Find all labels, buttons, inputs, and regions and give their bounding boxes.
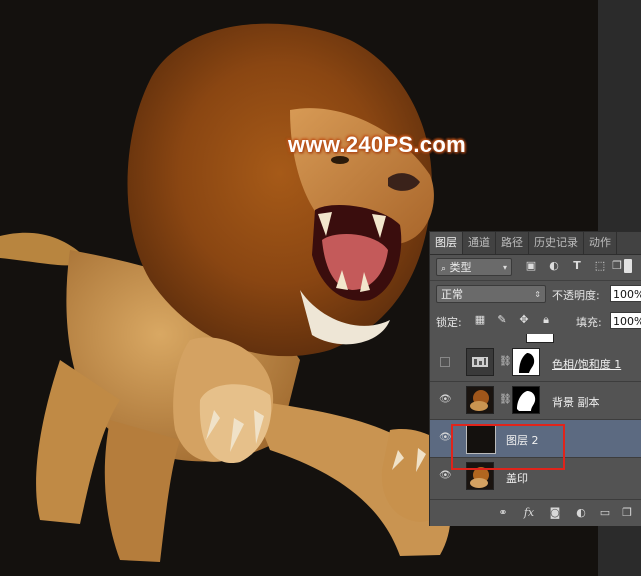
panel-bottom-bar: ⚭ fx ◙ ◐ ▭ ❐: [430, 499, 641, 526]
type-filter-icon[interactable]: T: [570, 259, 584, 273]
layers-list: ⛓︎ 色相/饱和度 1 👁︎ ⛓︎ 背景 副本 👁︎ 图层 2 👁︎ 盖印: [430, 334, 641, 499]
link-icon[interactable]: ⚭: [496, 506, 510, 520]
search-icon: ⌕: [441, 264, 447, 274]
smart-object-filter-icon[interactable]: ❐: [610, 259, 624, 273]
tab-actions[interactable]: 动作: [584, 232, 617, 254]
fx-icon[interactable]: fx: [522, 506, 536, 520]
filter-kind-label: 类型: [449, 261, 472, 274]
opacity-field[interactable]: 100%: [610, 285, 641, 302]
tab-channels[interactable]: 通道: [463, 232, 496, 254]
eye-icon[interactable]: 👁︎: [439, 395, 452, 405]
watermark-text: www.240PS.com: [288, 132, 466, 157]
lock-label: 锁定:: [436, 316, 462, 329]
filter-row: ⌕ 类型 ▾ ▣ ◐ T ⬚ ❐: [430, 254, 641, 280]
lock-brush-icon[interactable]: ✎: [496, 314, 508, 326]
fill-field[interactable]: 100%: [610, 312, 641, 329]
adjustment-icon[interactable]: ◐: [574, 506, 588, 520]
visibility-toggle[interactable]: [440, 357, 450, 367]
lock-all-icon[interactable]: 🔒︎: [540, 314, 552, 326]
lock-transparent-icon[interactable]: ▦: [474, 314, 486, 326]
lock-row: 锁定: ▦ ✎ ✥ 🔒︎ 填充: 100%: [430, 308, 641, 334]
opacity-label: 不透明度:: [552, 289, 600, 302]
lion-silhouette-icon: [519, 353, 535, 373]
fill-label: 填充:: [576, 316, 602, 329]
layers-panel: 图层 通道 路径 历史记录 动作 ⌕ 类型 ▾ ▣ ◐ T ⬚ ❐ 正常 ⇕ 不…: [429, 231, 641, 526]
chevron-updown-icon: ⇕: [534, 290, 541, 299]
panel-tabs: 图层 通道 路径 历史记录 动作: [430, 232, 641, 255]
layer-image-thumb: [466, 386, 494, 414]
filter-toggle[interactable]: [624, 259, 632, 273]
adjustment-histogram-icon: [472, 357, 488, 367]
lion-thumb-icon: [470, 390, 489, 411]
scrolled-layer-thumb: [526, 334, 554, 343]
layer-row[interactable]: 👁︎ ⛓︎ 背景 副本: [430, 382, 641, 420]
tab-history[interactable]: 历史记录: [529, 232, 584, 254]
tab-layers[interactable]: 图层: [430, 232, 463, 254]
chevron-down-icon: ▾: [502, 263, 507, 272]
shape-filter-icon[interactable]: ⬚: [593, 259, 607, 273]
pixel-filter-icon[interactable]: ▣: [524, 259, 538, 273]
adjustment-layer-thumb: [466, 348, 494, 376]
layer-mask-thumb[interactable]: [512, 386, 540, 414]
link-chain-icon: ⛓︎: [499, 356, 512, 367]
new-layer-icon[interactable]: ❐: [620, 506, 634, 520]
adjustment-filter-icon[interactable]: ◐: [547, 259, 561, 273]
layer-name: 背景 副本: [552, 396, 600, 409]
link-chain-icon: ⛓︎: [499, 394, 512, 405]
layer-name: 色相/饱和度 1: [552, 358, 622, 371]
blend-row: 正常 ⇕ 不透明度: 100%: [430, 281, 641, 307]
layer-mask-thumb[interactable]: [512, 348, 540, 376]
blend-mode-select[interactable]: 正常 ⇕: [436, 285, 546, 303]
group-icon[interactable]: ▭: [598, 506, 612, 520]
layer-row[interactable]: ⛓︎ 色相/饱和度 1: [430, 344, 641, 382]
layer-name: 盖印: [506, 472, 528, 485]
lion-silhouette-icon: [517, 391, 536, 411]
highlight-box: [451, 424, 565, 470]
filter-kind-select[interactable]: ⌕ 类型 ▾: [436, 258, 512, 276]
eye-icon[interactable]: 👁︎: [439, 471, 452, 481]
mask-icon[interactable]: ◙: [548, 506, 562, 520]
blend-mode-value: 正常: [441, 288, 463, 301]
eye-icon[interactable]: 👁︎: [439, 433, 452, 443]
lock-move-icon[interactable]: ✥: [518, 314, 530, 326]
tab-paths[interactable]: 路径: [496, 232, 529, 254]
